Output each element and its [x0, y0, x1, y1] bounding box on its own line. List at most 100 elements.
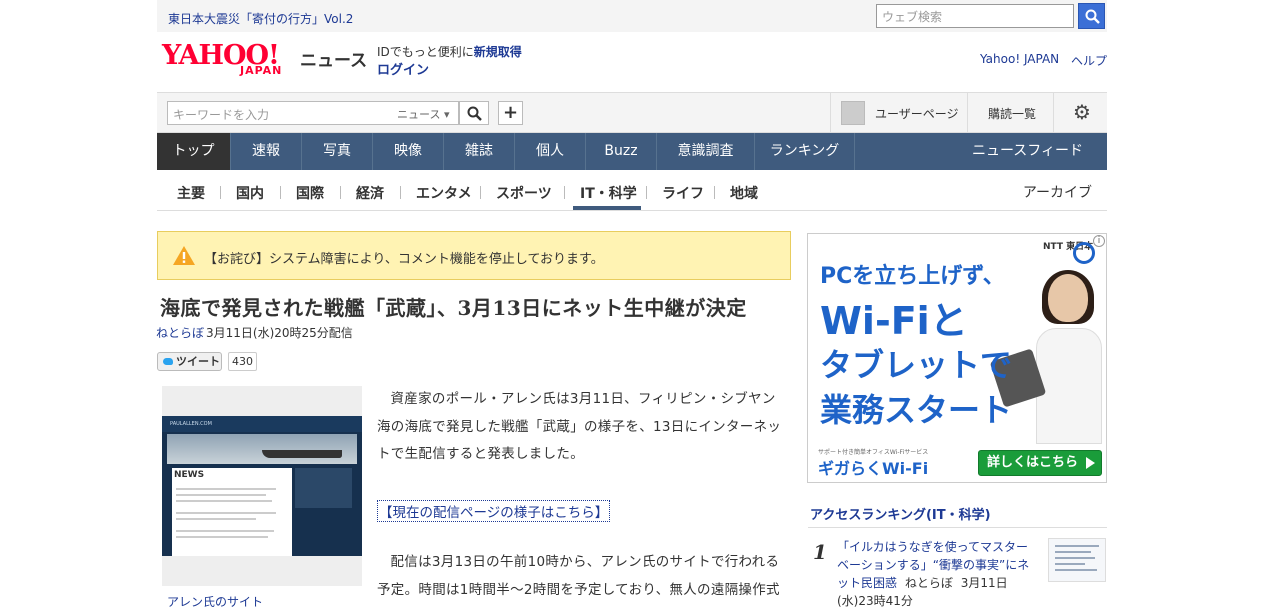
divider [400, 186, 401, 199]
search-icon [467, 106, 482, 121]
divider [967, 93, 968, 132]
screenshot-text-line [176, 488, 276, 490]
help-link[interactable]: ヘルプ [1071, 52, 1107, 69]
screenshot-text-line [176, 536, 268, 538]
category-sports[interactable]: スポーツ [496, 183, 552, 203]
tab-individual[interactable]: 個人 [515, 133, 586, 170]
search-icon [1085, 9, 1100, 24]
ad-person-image [1028, 270, 1103, 444]
divider [646, 186, 647, 199]
yahoo-logo[interactable]: YAHOO! JAPAN [162, 40, 298, 80]
category-nav: 主要 国内 国際 経済 エンタメ スポーツ IT・科学 ライフ 地域 アーカイブ [157, 170, 1107, 211]
tweet-button[interactable]: ツイート [157, 352, 222, 371]
ranking-thumbnail[interactable] [1048, 538, 1106, 582]
web-search-input[interactable]: ウェブ検索 [876, 4, 1074, 28]
divider [714, 186, 715, 199]
tab-news-feed[interactable]: ニュースフィード [972, 133, 1083, 170]
category-local[interactable]: 地域 [730, 183, 758, 203]
id-promo: IDでもっと便利に新規取得 [377, 45, 522, 59]
article-paragraph: 資産家のポール・アレン氏は3月11日、フィリピン・シブヤン海の海底で発見した戦艦… [377, 391, 782, 462]
warning-icon [173, 246, 195, 265]
promo-link[interactable]: 東日本大震災「寄付の行方」Vol.2 [168, 10, 353, 27]
tab-breaking[interactable]: 速報 [231, 133, 302, 170]
keyword-bar: キーワードを入力 ニュース ▾ + ユーザーページ 購読一覧 ⚙ [157, 92, 1107, 133]
category-world[interactable]: 国際 [296, 183, 324, 203]
ad-cta-button[interactable]: 詳しくはこちら [978, 450, 1102, 476]
person-body [1036, 328, 1102, 444]
category-entertainment[interactable]: エンタメ [416, 183, 472, 203]
tab-photo[interactable]: 写真 [302, 133, 373, 170]
tab-top[interactable]: トップ [157, 133, 231, 170]
article-date: 3月11日(水)20時25分配信 [206, 326, 353, 340]
web-search-button[interactable] [1078, 3, 1105, 29]
screenshot-text-line [176, 500, 272, 502]
screenshot-sidebar [295, 468, 352, 508]
article-photo[interactable]: PAULALLEN.COM NEWS [162, 386, 362, 586]
screenshot-banner [167, 434, 357, 464]
play-arrow-icon [1086, 457, 1095, 469]
category-economy[interactable]: 経済 [356, 183, 384, 203]
ad-headline-3: タブレットで [820, 346, 1013, 384]
tab-magazine[interactable]: 雑誌 [444, 133, 515, 170]
ad-headline-2: Wi-Fiと [820, 299, 968, 343]
ranking-item-source: ねとらぼ [904, 576, 953, 590]
add-button[interactable]: + [498, 101, 523, 125]
category-main[interactable]: 主要 [177, 183, 205, 203]
photo-caption[interactable]: アレン氏のサイト [167, 593, 263, 610]
logo-sub-text: JAPAN [240, 64, 283, 77]
divider [808, 527, 1107, 528]
category-life[interactable]: ライフ [662, 183, 704, 203]
keyword-search-button[interactable] [459, 101, 489, 125]
live-stream-link[interactable]: 【現在の配信ページの様子はこちら】 [377, 500, 611, 522]
category-it-science[interactable]: IT・科学 [580, 183, 637, 203]
battleship-shape [262, 450, 342, 458]
tab-ranking[interactable]: ランキング [755, 133, 855, 170]
divider [220, 186, 221, 199]
tab-buzz[interactable]: Buzz [586, 133, 657, 170]
active-tab-indicator [573, 206, 641, 210]
divider [480, 186, 481, 199]
notice-text: 【お詫び】システム障害により、コメント機能を停止しております。 [204, 252, 604, 267]
ranking-number: 1 [813, 540, 827, 564]
thumb-line [1055, 557, 1095, 559]
article-headline: 海底で発見された戦艦「武蔵」、3月13日にネット生中継が決定 [160, 296, 747, 320]
scope-select[interactable]: ニュース ▾ [397, 106, 449, 122]
category-domestic[interactable]: 国内 [236, 183, 264, 203]
divider [280, 186, 281, 199]
top-strip: 東日本大震災「寄付の行方」Vol.2 ウェブ検索 [157, 0, 1107, 32]
ad-brand: ギガらくWi-Fi [818, 459, 929, 478]
divider [340, 186, 341, 199]
ntt-logo-icon [1073, 242, 1095, 264]
ad-info-icon[interactable]: i [1093, 235, 1105, 247]
thumb-line [1055, 563, 1085, 565]
article-source[interactable]: ねとらぼ [156, 324, 204, 341]
chevron-down-icon: ▾ [443, 108, 450, 121]
ad-banner[interactable]: i NTT 東日本 PCを立ち上げず、 Wi-Fiと タブレットで 業務スタート… [807, 233, 1107, 483]
screenshot-text-line [176, 512, 276, 514]
screenshot-logo: PAULALLEN.COM [170, 421, 212, 427]
screenshot-text-line [176, 518, 256, 520]
screenshot-news-heading: NEWS [174, 470, 205, 480]
yahoo-japan-link[interactable]: Yahoo! JAPAN [980, 52, 1059, 66]
tweet-count: 430 [228, 352, 257, 371]
tab-survey[interactable]: 意識調査 [657, 133, 755, 170]
ranking-title[interactable]: アクセスランキング(IT・科学) [810, 504, 991, 523]
register-link[interactable]: 新規取得 [474, 45, 522, 59]
ranking-item[interactable]: 「イルカはうなぎを使ってマスターベーションする」“衝撃の事実”にネット民困惑 ね… [837, 538, 1037, 610]
divider [830, 93, 831, 132]
avatar[interactable] [841, 101, 865, 125]
subscribe-list-link[interactable]: 購読一覧 [988, 105, 1036, 122]
user-page-link[interactable]: ユーザーページ [875, 105, 959, 122]
tab-video[interactable]: 映像 [373, 133, 444, 170]
archive-link[interactable]: アーカイブ [1023, 182, 1092, 202]
service-name[interactable]: ニュース [300, 46, 367, 71]
login-link[interactable]: ログイン [377, 59, 429, 78]
gear-icon[interactable]: ⚙ [1073, 102, 1091, 122]
thumb-line [1055, 551, 1091, 553]
screenshot-text-line [176, 494, 266, 496]
ad-headline-1: PCを立ち上げず、 [820, 264, 1005, 289]
article-paragraph: 配信は3月13日の午前10時から、アレン氏のサイトで行われる予定。時間は1時間半… [377, 554, 780, 598]
thumb-line [1055, 545, 1099, 547]
main-nav: トップ 速報 写真 映像 雑誌 個人 Buzz 意識調査 ランキング ニュースフ… [157, 133, 1107, 170]
notice-banner: 【お詫び】システム障害により、コメント機能を停止しております。 [157, 231, 791, 280]
